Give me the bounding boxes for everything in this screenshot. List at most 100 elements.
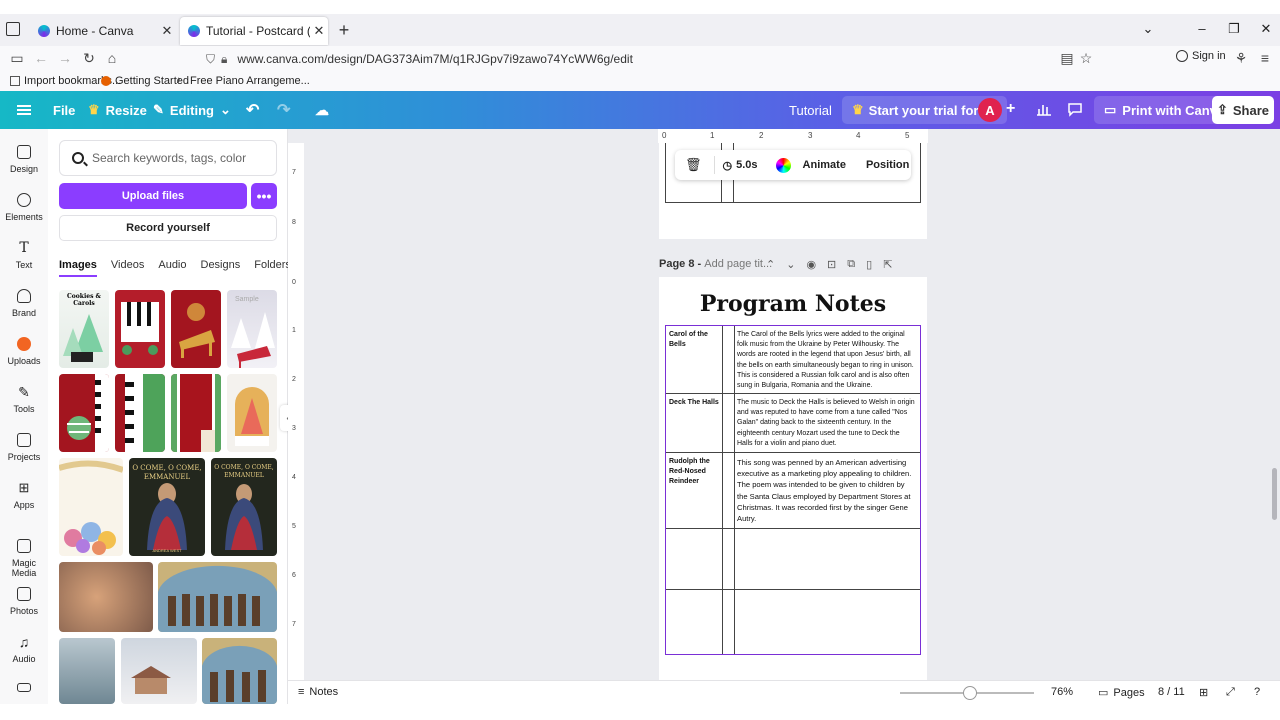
- upload-thumbnail[interactable]: O COME, O COME, EMMANUEL: [211, 458, 277, 556]
- upload-thumbnail[interactable]: Cookies & Carols: [59, 290, 109, 368]
- notes-cell[interactable]: This song was penned by an American adve…: [737, 457, 917, 524]
- page-title[interactable]: Program Notes: [659, 291, 927, 317]
- upload-thumbnail[interactable]: [202, 638, 277, 704]
- address-bar[interactable]: ⛉ 🔒︎ www.canva.com/design/DAG373Aim7M/q1…: [196, 47, 1096, 71]
- page-title-input[interactable]: Add page tit...: [704, 258, 772, 270]
- reload-icon[interactable]: ↻: [80, 50, 98, 67]
- record-yourself-button[interactable]: Record yourself: [59, 215, 277, 241]
- rail-item-more[interactable]: [0, 683, 48, 697]
- tab-videos[interactable]: Videos: [111, 259, 144, 277]
- bookmark-free-piano[interactable]: ♪ Free Piano Arrangeme...: [176, 75, 310, 87]
- song-title-cell[interactable]: Rudolph the Red-Nosed Reindeer: [669, 457, 723, 487]
- duration-button[interactable]: ◷ 5.0s: [723, 159, 758, 172]
- upload-thumbnail[interactable]: [115, 374, 165, 452]
- upload-thumbnail[interactable]: O COME, O COME, EMMANUEL ANDREA WEST: [129, 458, 205, 556]
- rail-item-design[interactable]: Design: [0, 145, 48, 174]
- upload-thumbnail[interactable]: [158, 562, 277, 632]
- comment-icon[interactable]: [1067, 101, 1085, 119]
- upload-thumbnail[interactable]: [59, 638, 115, 704]
- zoom-slider-handle[interactable]: [963, 686, 977, 700]
- rail-item-text[interactable]: T Text: [0, 241, 48, 270]
- zoom-level[interactable]: 76%: [1051, 686, 1073, 698]
- resize-button[interactable]: ♛ Resize: [88, 91, 147, 129]
- insights-chart-icon[interactable]: [1036, 101, 1054, 119]
- fullscreen-icon[interactable]: ⤢: [1226, 686, 1235, 699]
- rail-item-brand[interactable]: Brand: [0, 289, 48, 318]
- share-button[interactable]: ⇪ Share: [1212, 96, 1274, 124]
- rail-item-apps[interactable]: ⊞ Apps: [0, 481, 48, 511]
- duplicate-icon[interactable]: ⧉: [847, 258, 855, 271]
- upload-files-button[interactable]: Upload files: [59, 183, 247, 209]
- upload-thumbnail[interactable]: [171, 290, 221, 368]
- rail-item-elements[interactable]: Elements: [0, 193, 48, 222]
- add-page-icon[interactable]: ⇱: [883, 258, 892, 271]
- song-title-cell[interactable]: Deck The Halls: [669, 398, 723, 408]
- upload-thumbnail[interactable]: [121, 638, 197, 704]
- new-tab-icon[interactable]: +: [336, 20, 352, 41]
- browser-tab-home[interactable]: Home - Canva ✕: [30, 17, 176, 45]
- hide-page-icon[interactable]: ◉: [806, 258, 816, 271]
- upload-thumbnail[interactable]: [227, 374, 277, 452]
- song-title-cell[interactable]: Carol of the Bells: [669, 330, 723, 350]
- tab-list-icon[interactable]: ⌄: [1138, 21, 1158, 37]
- avatar[interactable]: A: [978, 98, 1002, 122]
- tab-images[interactable]: Images: [59, 259, 97, 277]
- close-icon[interactable]: ✕: [310, 23, 328, 39]
- trash-icon[interactable]: ▯: [866, 258, 872, 271]
- notes-cell[interactable]: The music to Deck the Halls is believed …: [737, 398, 917, 449]
- upload-thumbnail[interactable]: [59, 562, 153, 632]
- invite-plus-icon[interactable]: +: [1006, 100, 1015, 118]
- chevron-up-icon[interactable]: ⌃: [766, 258, 775, 271]
- program-notes-table[interactable]: Carol of the Bells The Carol of the Bell…: [665, 325, 921, 655]
- back-icon[interactable]: ←: [32, 50, 50, 66]
- rail-item-photos[interactable]: Photos: [0, 587, 48, 616]
- notes-cell[interactable]: The Carol of the Bells lyrics were added…: [737, 330, 917, 391]
- rail-item-audio[interactable]: ♫ Audio: [0, 635, 48, 664]
- notes-button[interactable]: ≡ Notes: [298, 686, 338, 698]
- forward-icon[interactable]: →: [56, 50, 74, 66]
- minimize-icon[interactable]: –: [1192, 21, 1212, 36]
- tab-overview-icon[interactable]: [6, 22, 20, 36]
- sidebar-toggle-icon[interactable]: ▭: [8, 50, 26, 67]
- save-status-button[interactable]: ☁: [315, 91, 329, 129]
- tab-designs[interactable]: Designs: [201, 259, 241, 277]
- canvas-scrollbar[interactable]: [1272, 468, 1277, 520]
- rail-item-magic-media[interactable]: Magic Media: [0, 539, 48, 578]
- color-picker-icon[interactable]: [775, 157, 791, 173]
- pages-button[interactable]: ▭ Pages: [1098, 686, 1145, 700]
- editing-mode-button[interactable]: ✎ Editing ⌄: [153, 91, 231, 129]
- rail-item-tools[interactable]: ✎ Tools: [0, 385, 48, 414]
- file-menu[interactable]: File: [53, 91, 75, 129]
- extensions-icon[interactable]: ⚘: [1232, 50, 1250, 67]
- upload-thumbnail[interactable]: Sample: [227, 290, 277, 368]
- upload-thumbnail[interactable]: [115, 290, 165, 368]
- browser-tab-tutorial[interactable]: Tutorial - Postcard (Portrait) ✕: [180, 17, 328, 45]
- animate-button[interactable]: Animate: [803, 159, 846, 171]
- close-icon[interactable]: ✕: [158, 23, 176, 39]
- window-close-icon[interactable]: ✕: [1256, 21, 1276, 37]
- upload-thumbnail[interactable]: [59, 374, 109, 452]
- search-input[interactable]: Search keywords, tags, color: [59, 140, 277, 176]
- tab-folders[interactable]: Folders: [254, 259, 291, 277]
- help-icon[interactable]: ?: [1254, 686, 1260, 698]
- reader-view-icon[interactable]: ▤: [1058, 50, 1076, 67]
- rail-item-uploads[interactable]: Uploads: [0, 337, 48, 366]
- position-button[interactable]: Position: [866, 159, 909, 171]
- chevron-down-icon[interactable]: ⌄: [786, 258, 795, 271]
- home-icon[interactable]: ⌂: [103, 50, 121, 66]
- page-counter[interactable]: 8 / 11: [1158, 686, 1185, 698]
- upload-thumbnail[interactable]: [171, 374, 221, 452]
- design-title[interactable]: Tutorial: [789, 91, 832, 129]
- main-menu-button[interactable]: [17, 91, 31, 129]
- app-menu-icon[interactable]: ≡: [1256, 50, 1274, 66]
- upload-thumbnail[interactable]: [59, 458, 123, 556]
- grid-view-icon[interactable]: ⊞: [1199, 686, 1208, 699]
- maximize-icon[interactable]: ❐: [1224, 21, 1244, 37]
- redo-button[interactable]: ↷: [277, 91, 290, 129]
- tab-audio[interactable]: Audio: [158, 259, 186, 277]
- undo-button[interactable]: ↶: [246, 91, 259, 129]
- more-options-button[interactable]: •••: [251, 183, 277, 209]
- trash-icon[interactable]: 🗑︎: [685, 157, 702, 173]
- page-8[interactable]: Program Notes Carol of the Bells The Car…: [659, 277, 927, 680]
- lock-icon[interactable]: ⊡: [827, 258, 836, 271]
